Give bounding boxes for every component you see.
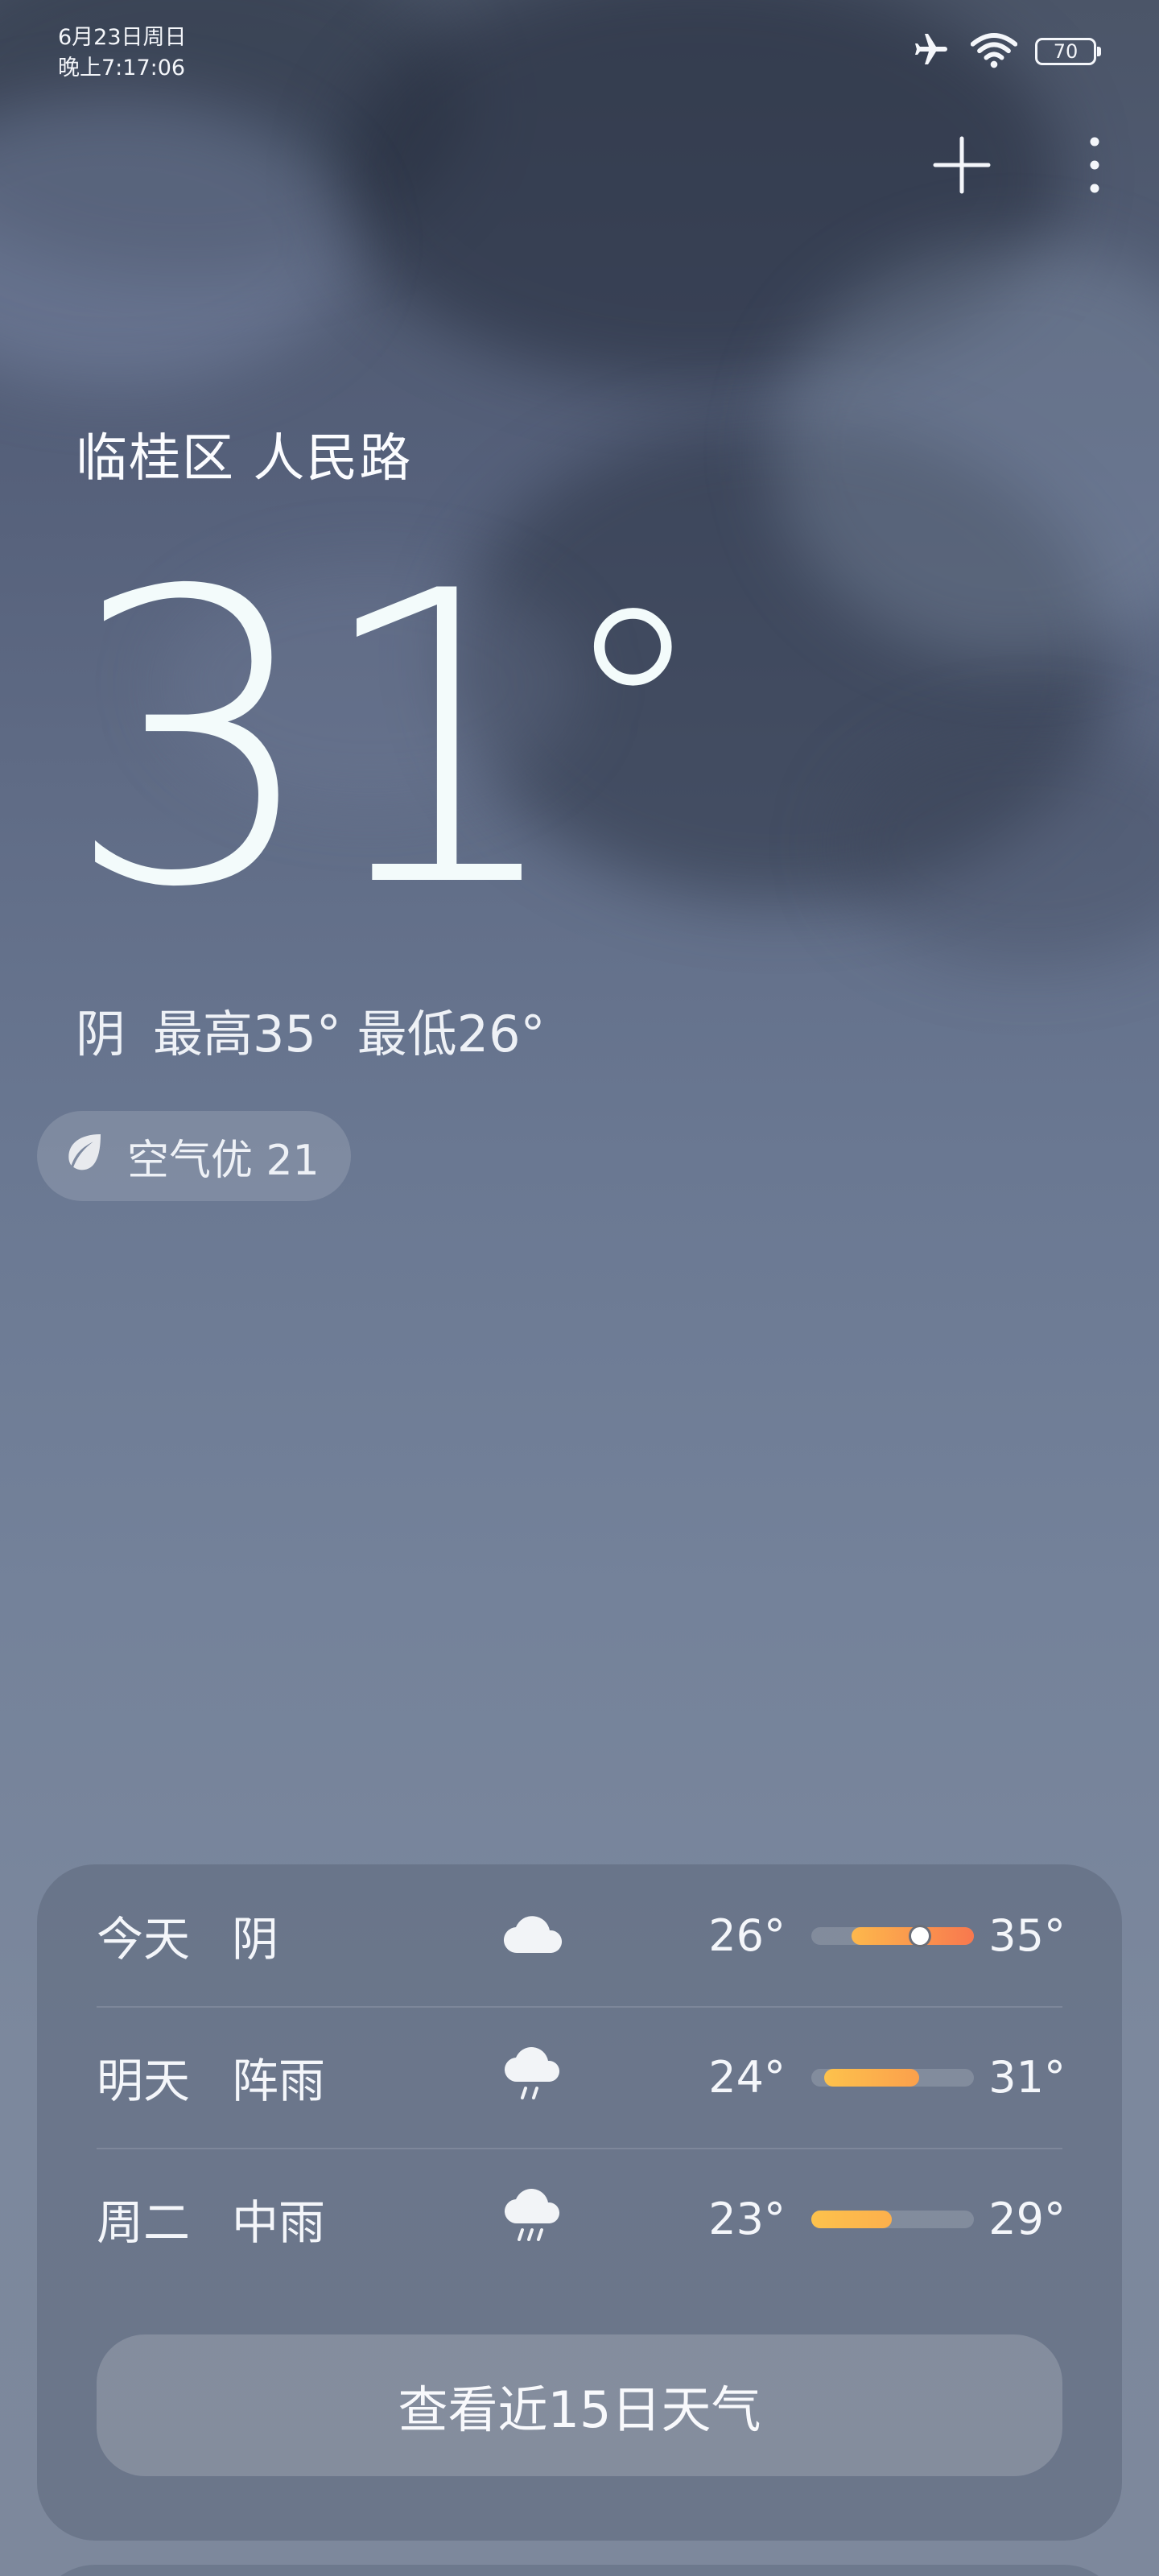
forecast-low: 24°: [708, 2051, 786, 2103]
weather-summary: 阴 最高35° 最低26°: [76, 998, 546, 1071]
forecast-row[interactable]: 周二 中雨 23° 29°: [97, 2148, 1066, 2289]
battery-icon: 70: [1035, 38, 1101, 65]
status-icons: 70: [909, 31, 1101, 72]
forecast-day: 今天: [97, 1912, 191, 1967]
current-temperature: 31°: [64, 515, 705, 966]
temperature-range-fill: [824, 2069, 919, 2087]
forecast-day: 明天: [97, 2054, 191, 2108]
forecast-low: 23°: [708, 2193, 786, 2244]
forecast-day: 周二: [97, 2195, 191, 2250]
high-low-temperature: 最高35° 最低26°: [153, 1005, 546, 1063]
forecast-high: 31°: [988, 2051, 1066, 2103]
location-title: 临桂区 人民路: [76, 429, 413, 489]
status-datetime: 6月23日周日 晚上7:17:06: [58, 23, 187, 84]
temperature-range-bar: [811, 2069, 974, 2087]
air-quality-label: 空气优 21: [127, 1136, 320, 1185]
current-condition: 阴: [76, 1005, 126, 1063]
current-temperature-marker: [909, 1925, 931, 1947]
forecast-row[interactable]: 今天 阴 26° 35°: [97, 1864, 1066, 2008]
forecast-condition: 阴: [232, 1912, 279, 1967]
temperature-range-fill: [811, 2211, 892, 2228]
forecast-card: 今天 阴 26° 35° 明天 阵雨 24° 31° 周二 中雨 23° 29°…: [37, 1864, 1122, 2541]
shower-icon: [497, 2041, 570, 2113]
temperature-range-bar: [811, 1925, 974, 1947]
top-actions: [926, 129, 1111, 201]
leaf-icon: [61, 1129, 106, 1184]
cloudy-icon: [497, 1899, 570, 1971]
status-clock: 晚上7:17:06: [58, 56, 186, 80]
temperature-range-bar: [811, 2211, 974, 2228]
degree-symbol: °: [560, 547, 705, 885]
air-quality-badge[interactable]: 空气优 21: [37, 1111, 351, 1201]
next-card-peek: [37, 2565, 1122, 2576]
temperature-value: 31: [64, 506, 568, 975]
forecast-high: 35°: [988, 1909, 1066, 1961]
view-15-day-button[interactable]: 查看近15日天气: [97, 2334, 1062, 2476]
forecast-condition: 中雨: [232, 2195, 326, 2250]
plus-icon[interactable]: [926, 129, 998, 201]
weather-screen: 6月23日周日 晚上7:17:06 70 临桂区 人民路 31° 阴 最高35°…: [0, 0, 1159, 2576]
moderate-rain-icon: [497, 2182, 570, 2255]
forecast-low: 26°: [708, 1909, 786, 1961]
airplane-mode-icon: [909, 31, 953, 72]
forecast-condition: 阵雨: [232, 2054, 326, 2108]
status-date: 6月23日周日: [58, 25, 187, 50]
wifi-icon: [970, 31, 1018, 72]
more-vertical-icon[interactable]: [1079, 129, 1111, 201]
forecast-high: 29°: [988, 2193, 1066, 2244]
forecast-row[interactable]: 明天 阵雨 24° 31°: [97, 2006, 1066, 2149]
